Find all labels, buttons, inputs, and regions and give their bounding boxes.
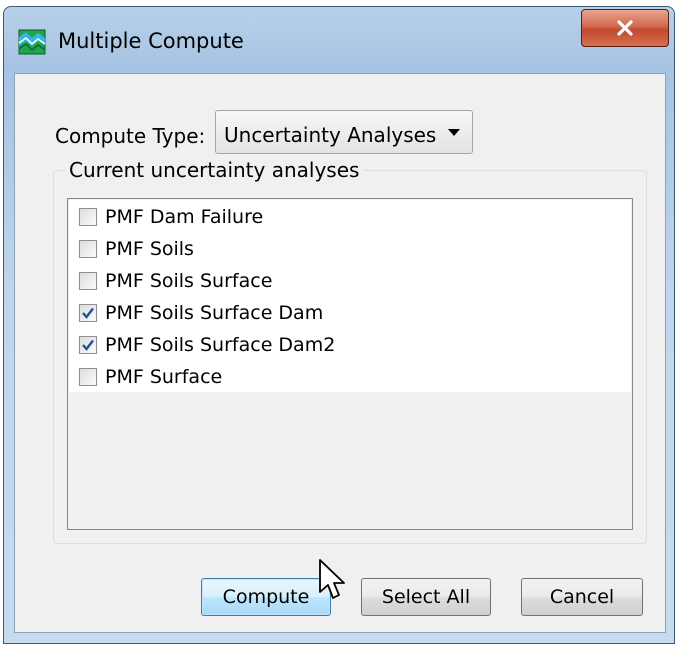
list-item[interactable]: PMF Dam Failure: [79, 201, 263, 233]
list-item[interactable]: PMF Soils Surface Dam2: [79, 329, 335, 361]
list-item-label: PMF Soils Surface Dam2: [105, 334, 336, 356]
title-bar[interactable]: Multiple Compute: [4, 7, 674, 77]
checkmark-icon: [82, 307, 94, 319]
compute-type-label: Compute Type:: [55, 124, 206, 148]
compute-type-dropdown[interactable]: Uncertainty Analyses: [215, 110, 473, 154]
dialog-window: Multiple Compute Compute Type: Uncertain…: [3, 6, 675, 644]
select-all-button-label: Select All: [381, 586, 471, 608]
list-item[interactable]: PMF Soils Surface Dam: [79, 297, 323, 329]
select-all-button[interactable]: Select All: [361, 578, 491, 616]
checkbox[interactable]: [79, 272, 97, 290]
window-title: Multiple Compute: [58, 29, 244, 53]
dialog-content: Compute Type: Uncertainty Analyses Curre…: [14, 73, 666, 633]
chevron-down-icon: [448, 129, 460, 136]
list-item-label: PMF Soils Surface: [105, 270, 273, 292]
list-item-label: PMF Soils Surface Dam: [105, 302, 324, 324]
checkbox[interactable]: [79, 240, 97, 258]
list-item-label: PMF Soils: [105, 238, 194, 260]
mouse-pointer-icon: [319, 559, 345, 599]
app-icon: [18, 29, 46, 55]
list-item-label: PMF Surface: [105, 366, 223, 388]
compute-button-label: Compute: [222, 586, 310, 608]
list-item[interactable]: PMF Soils Surface: [79, 265, 272, 297]
compute-type-value: Uncertainty Analyses: [224, 123, 437, 147]
checkbox[interactable]: [79, 368, 97, 386]
close-icon: [617, 20, 633, 36]
list-item-label: PMF Dam Failure: [105, 206, 264, 228]
analyses-group-label: Current uncertainty analyses: [65, 158, 364, 182]
analyses-list-items: PMF Dam Failure PMF Soils PMF Soils Surf…: [69, 200, 631, 392]
checkbox-checked[interactable]: [79, 304, 97, 322]
checkmark-icon: [82, 339, 94, 351]
checkbox-checked[interactable]: [79, 336, 97, 354]
cancel-button-label: Cancel: [549, 586, 615, 608]
checkbox[interactable]: [79, 208, 97, 226]
list-item[interactable]: PMF Soils: [79, 233, 194, 265]
analyses-list[interactable]: PMF Dam Failure PMF Soils PMF Soils Surf…: [67, 198, 633, 530]
close-button[interactable]: [581, 9, 669, 47]
compute-button[interactable]: Compute: [201, 578, 331, 616]
list-item[interactable]: PMF Surface: [79, 361, 222, 393]
cancel-button[interactable]: Cancel: [521, 578, 643, 616]
